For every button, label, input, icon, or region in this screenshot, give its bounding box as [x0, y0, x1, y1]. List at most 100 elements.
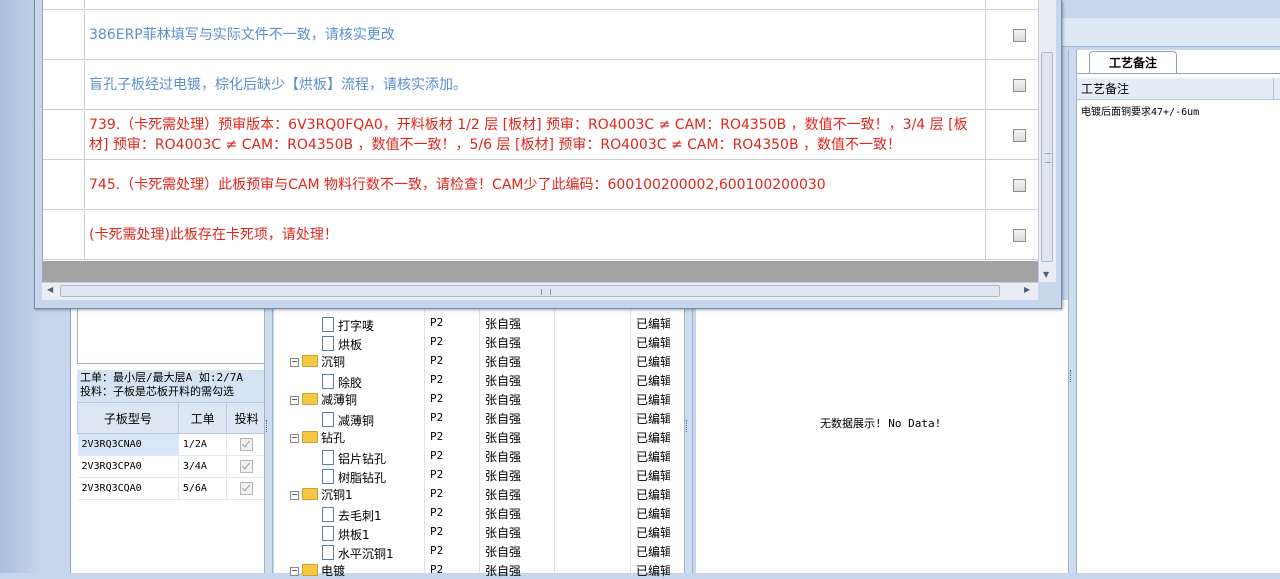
step-code: P2: [430, 449, 444, 462]
tree-row[interactable]: 铝片钻孔 P2 张自强 已编辑: [274, 446, 684, 466]
tree-row[interactable]: − 钻孔 P2 张自强 已编辑: [274, 427, 684, 446]
cell-feed[interactable]: [226, 455, 267, 478]
step-person: 张自强: [485, 545, 522, 559]
feed-checkbox[interactable]: [240, 438, 254, 451]
tree-row[interactable]: − 沉铜 P2 张自强 已编辑: [274, 351, 684, 370]
step-code: P2: [430, 335, 444, 348]
issue-message: 盲孔子板经过电镀，棕化后缺少【烘板】流程，请核实添加。: [89, 77, 467, 93]
cell-model[interactable]: 2V3RQ3CPA0: [77, 455, 179, 478]
row-indicator[interactable]: [43, 61, 85, 109]
tree-row[interactable]: − 减薄铜 P2 张自强 已编辑: [274, 389, 684, 408]
step-status: 已编辑: [636, 317, 670, 331]
step-code: P2: [430, 373, 444, 386]
table-row[interactable]: 2V3RQ3CNA0 1/2A: [77, 433, 267, 456]
table-row[interactable]: 2V3RQ3CQA0 5/6A: [77, 477, 267, 500]
row-indicator[interactable]: [43, 211, 85, 259]
step-code: P2: [430, 354, 444, 367]
issue-row[interactable]: 386ERP菲林填写与实际文件不一致，请核实更改: [43, 11, 1039, 60]
step-person: 张自强: [485, 507, 522, 521]
folder-icon: [302, 431, 318, 443]
issue-checkbox[interactable]: [1013, 29, 1026, 42]
step-name: 沉铜1: [321, 488, 353, 502]
collapse-icon[interactable]: −: [290, 358, 299, 367]
header-feed[interactable]: 投料: [226, 402, 267, 434]
process-notes-panel: 工艺备注 工艺备注 电镀后面铜要求47+/-6um: [1076, 50, 1280, 573]
document-icon: [322, 317, 334, 332]
tree-row[interactable]: 除胶 P2 张自强 已编辑: [274, 370, 684, 390]
issue-row[interactable]: [43, 0, 1039, 10]
feed-checkbox[interactable]: [240, 460, 254, 473]
step-person: 张自强: [485, 412, 522, 426]
hint-line-2: 投料：子板是芯板开料的需勾选: [80, 385, 234, 398]
row-indicator[interactable]: [43, 0, 85, 9]
issue-row[interactable]: 盲孔子板经过电镀，棕化后缺少【烘板】流程，请核实添加。: [43, 61, 1039, 110]
header-order[interactable]: 工单: [177, 402, 228, 434]
step-status: 已编辑: [636, 488, 670, 502]
vertical-scrollbar[interactable]: ▼: [1038, 0, 1056, 282]
step-name: 减薄铜: [338, 414, 375, 428]
collapse-icon[interactable]: −: [290, 567, 299, 576]
row-indicator[interactable]: [43, 11, 85, 59]
folder-icon: [302, 488, 318, 500]
check-result-dialog: 386ERP菲林填写与实际文件不一致，请核实更改盲孔子板经过电镀，棕化后缺少【烘…: [34, 0, 1062, 309]
issue-row[interactable]: 745.（卡死需处理）此板预审与CAM 物料行数不一致，请检查！CAM少了此编码…: [43, 161, 1039, 210]
process-tree: 打字唛 P2 张自强 已编辑 烘板 P2 张自强 已编辑 − 沉铜 P2 张自强 已编辑 除胶 P2 张自强已…: [274, 300, 684, 578]
issue-checkbox[interactable]: [1013, 229, 1026, 242]
step-person: 张自强: [485, 355, 522, 369]
step-name: 去毛刺1: [338, 509, 382, 523]
tree-row[interactable]: 减薄铜 P2 张自强 已编辑: [274, 408, 684, 428]
grid-empty-area: [42, 261, 1038, 282]
cell-model[interactable]: 2V3RQ3CNA0: [77, 433, 179, 456]
document-icon: [322, 374, 334, 389]
issue-checkbox[interactable]: [1013, 129, 1026, 142]
issue-row[interactable]: (卡死需处理)此板存在卡死项，请处理！: [43, 211, 1039, 260]
cell-order[interactable]: 1/2A: [178, 433, 228, 456]
step-name: 减薄铜: [321, 393, 358, 407]
issue-row[interactable]: 739.（卡死需处理）预审版本：6V3RQ0FQA0，开料板材 1/2 层 [板…: [43, 111, 1039, 160]
vertical-scroll-thumb[interactable]: [1041, 52, 1053, 262]
cell-order[interactable]: 3/4A: [178, 455, 228, 478]
row-indicator[interactable]: [43, 111, 85, 159]
notes-header-label: 工艺备注: [1081, 82, 1130, 96]
feed-checkbox[interactable]: [240, 482, 254, 495]
scroll-left-arrow-icon[interactable]: ◀: [47, 285, 53, 294]
tree-row[interactable]: 打字唛 P2 张自强 已编辑: [274, 313, 684, 333]
table-row[interactable]: 2V3RQ3CPA0 3/4A: [77, 455, 267, 478]
header-model[interactable]: 子板型号: [77, 402, 179, 434]
scroll-down-arrow-icon[interactable]: ▼: [1043, 270, 1049, 279]
blank-box: [77, 300, 265, 364]
cell-model[interactable]: 2V3RQ3CQA0: [77, 477, 179, 500]
sub-board-table: 子板型号 工单 投料 2V3RQ3CNA0 1/2A 2V3RQ3CPA0 3/4A 2…: [77, 402, 267, 500]
left-splitter[interactable]: [264, 300, 273, 573]
scroll-right-arrow-icon[interactable]: ▶: [1024, 285, 1030, 294]
tree-row[interactable]: 烘板 P2 张自强 已编辑: [274, 332, 684, 352]
collapse-icon[interactable]: −: [290, 434, 299, 443]
step-status: 已编辑: [636, 545, 670, 559]
cell-order[interactable]: 5/6A: [178, 477, 228, 500]
collapse-icon[interactable]: −: [290, 396, 299, 405]
issue-message: 745.（卡死需处理）此板预审与CAM 物料行数不一致，请检查！CAM少了此编码…: [89, 177, 826, 193]
cell-feed[interactable]: [226, 477, 267, 500]
tree-row[interactable]: 烘板1 P2 张自强 已编辑: [274, 522, 684, 542]
empty-panel: 无数据展示! No Data!: [696, 300, 1068, 573]
notes-value: 电镀后面铜要求47+/-6um: [1081, 107, 1200, 118]
issue-checkbox[interactable]: [1013, 79, 1026, 92]
tree-row[interactable]: − 沉铜1 P2 张自强 已编辑: [274, 484, 684, 503]
tree-row[interactable]: 去毛刺1 P2 张自强 已编辑: [274, 503, 684, 523]
horizontal-scroll-thumb[interactable]: [60, 285, 1000, 297]
folder-icon: [302, 355, 318, 367]
tree-row[interactable]: 树脂钻孔 P2 张自强 已编辑: [274, 465, 684, 485]
tree-row[interactable]: 水平沉铜1 P2 张自强 已编辑: [274, 541, 684, 561]
right-toolbar: [1062, 18, 1280, 47]
cell-feed[interactable]: [226, 433, 267, 456]
horizontal-scrollbar[interactable]: ◀ ▶: [42, 282, 1038, 300]
row-indicator[interactable]: [43, 161, 85, 209]
issue-message: (卡死需处理)此板存在卡死项，请处理！: [89, 227, 338, 243]
middle-splitter[interactable]: [684, 300, 693, 573]
collapse-icon[interactable]: −: [290, 491, 299, 500]
tab-process-notes[interactable]: 工艺备注: [1089, 51, 1177, 74]
notes-column-header[interactable]: 工艺备注: [1077, 78, 1280, 100]
tree-row[interactable]: − 电镀 P2 张自强 已编辑: [274, 560, 684, 579]
document-icon: [322, 526, 334, 541]
issue-checkbox[interactable]: [1013, 179, 1026, 192]
